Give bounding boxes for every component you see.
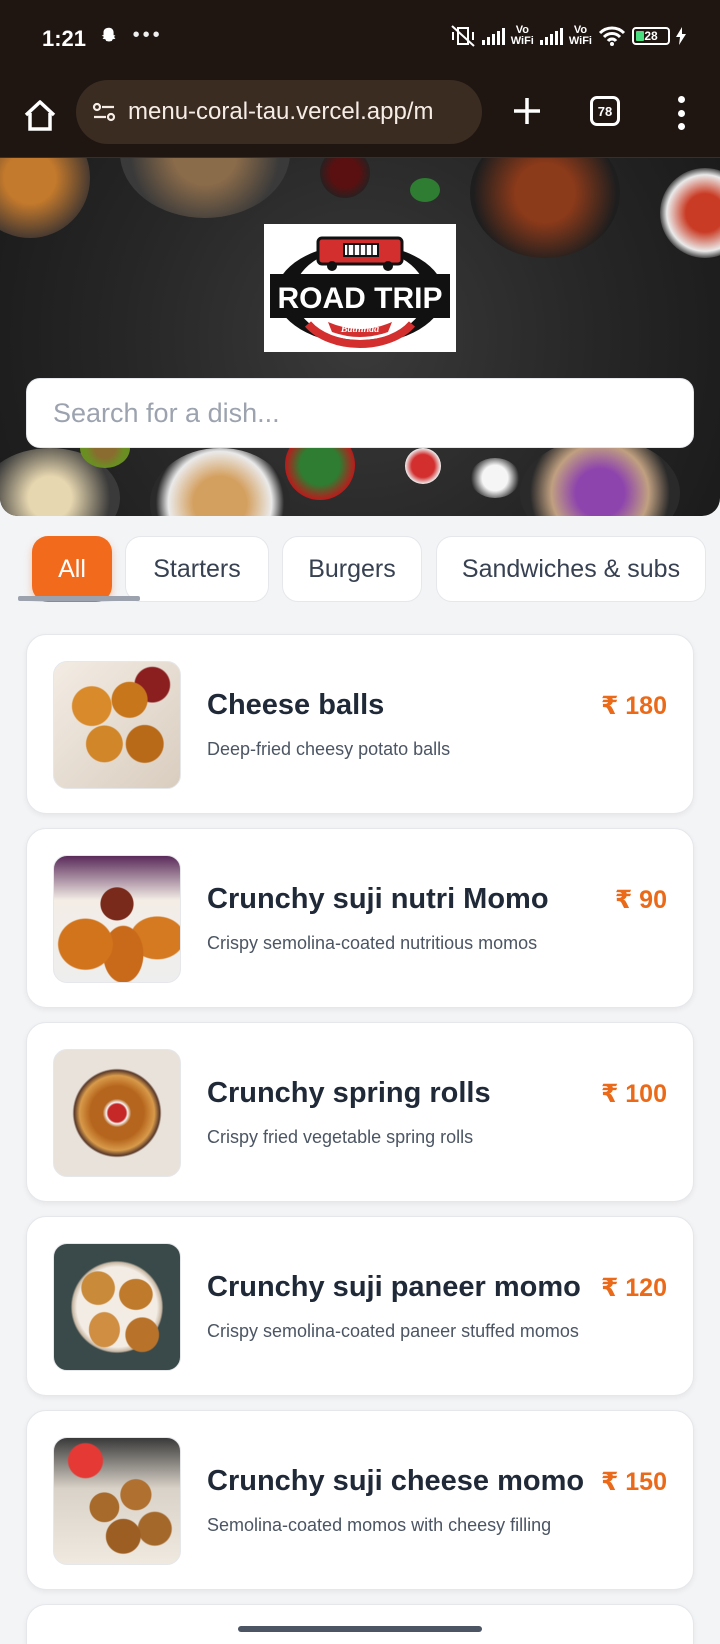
food-decoration	[320, 158, 370, 198]
food-decoration	[470, 158, 620, 258]
item-price: ₹ 120	[600, 1274, 667, 1302]
browser-toolbar: menu-coral-tau.vercel.app/m 78	[0, 80, 720, 158]
item-description: Crispy semolina-coated paneer stuffed mo…	[207, 1321, 579, 1341]
menu-item-card[interactable]	[26, 1604, 694, 1644]
logo-subtext: Bathinda	[340, 324, 379, 335]
food-image	[53, 1437, 181, 1565]
food-decoration	[405, 448, 441, 484]
address-bar[interactable]: menu-coral-tau.vercel.app/m	[76, 80, 482, 144]
logo-graphic: ROAD TRIP Bathinda	[270, 236, 450, 349]
tab-switcher-button[interactable]: 78	[590, 96, 620, 126]
status-time: 1:21	[42, 26, 87, 51]
category-chip-all[interactable]: All	[32, 536, 112, 602]
item-description: Deep-fried cheesy potato balls	[207, 739, 451, 759]
home-icon[interactable]	[20, 96, 60, 136]
wifi-icon	[598, 26, 626, 46]
status-bar: 1:21 ••• Vo WiFi Vo WiFi 28	[0, 0, 720, 80]
category-tabs: All Starters Burgers Sandwiches & subs	[0, 536, 720, 602]
menu-item-card[interactable]: Crunchy suji nutri Momo Crispy semolina-…	[26, 828, 694, 1008]
menu-item-card[interactable]: Crunchy suji cheese momo Semolina-coated…	[26, 1410, 694, 1590]
item-name: Crunchy suji cheese momo	[207, 1465, 585, 1497]
more-dots-icon: •••	[132, 24, 163, 47]
item-price: ₹ 180	[600, 692, 667, 720]
more-menu-icon[interactable]	[674, 96, 688, 130]
signal-icon-1	[481, 27, 505, 45]
category-chip-burgers[interactable]: Burgers	[282, 536, 422, 602]
item-description: Crispy semolina-coated nutritious momos	[207, 933, 538, 953]
item-price: ₹ 90	[614, 886, 667, 914]
food-decoration	[520, 438, 680, 516]
notification-icons: •••	[98, 24, 163, 47]
item-description: Crispy fried vegetable spring rolls	[207, 1127, 474, 1147]
signal-icon-2	[539, 27, 563, 45]
food-decoration	[120, 158, 290, 218]
battery-icon: 28	[632, 27, 670, 45]
menu-item-card[interactable]: Crunchy spring rolls Crispy fried vegeta…	[26, 1022, 694, 1202]
gesture-navigation-bar[interactable]	[238, 1626, 482, 1632]
food-image	[53, 1243, 181, 1371]
search-bar[interactable]	[26, 378, 694, 448]
item-price: ₹ 150	[600, 1468, 667, 1496]
food-image	[53, 661, 181, 789]
system-indicators: Vo WiFi Vo WiFi 28	[450, 24, 686, 48]
menu-item-card[interactable]: Cheese balls Deep-fried cheesy potato ba…	[26, 634, 694, 814]
charging-icon	[676, 27, 686, 45]
food-decoration	[660, 168, 720, 258]
snapchat-icon	[101, 27, 116, 42]
food-decoration	[150, 448, 290, 516]
food-image	[53, 855, 181, 983]
category-scroll-indicator	[18, 596, 140, 601]
url-text[interactable]: menu-coral-tau.vercel.app/m	[128, 98, 433, 126]
hero-banner: ROAD TRIP Bathinda	[0, 158, 720, 516]
restaurant-logo: ROAD TRIP Bathinda	[264, 224, 456, 352]
category-chip-sandwiches[interactable]: Sandwiches & subs	[436, 536, 706, 602]
item-name: Crunchy spring rolls	[207, 1077, 491, 1109]
item-name: Crunchy suji paneer momo	[207, 1271, 581, 1303]
item-name: Crunchy suji nutri Momo	[207, 883, 549, 915]
food-decoration	[0, 158, 90, 238]
food-decoration	[470, 458, 520, 498]
search-input[interactable]	[27, 379, 693, 447]
site-settings-icon[interactable]	[90, 98, 118, 126]
new-tab-icon[interactable]	[508, 92, 546, 130]
category-chip-starters[interactable]: Starters	[125, 536, 269, 602]
vowifi-icon-1: Vo WiFi	[510, 24, 534, 47]
item-price: ₹ 100	[600, 1080, 667, 1108]
mute-vibrate-icon	[451, 25, 475, 47]
item-description: Semolina-coated momos with cheesy fillin…	[207, 1515, 552, 1535]
vowifi-icon-2: Vo WiFi	[568, 24, 592, 47]
food-image	[53, 1049, 181, 1177]
item-name: Cheese balls	[207, 689, 385, 721]
menu-item-card[interactable]: Crunchy suji paneer momo Crispy semolina…	[26, 1216, 694, 1396]
logo-text: ROAD TRIP	[278, 282, 443, 315]
food-decoration	[410, 178, 440, 202]
